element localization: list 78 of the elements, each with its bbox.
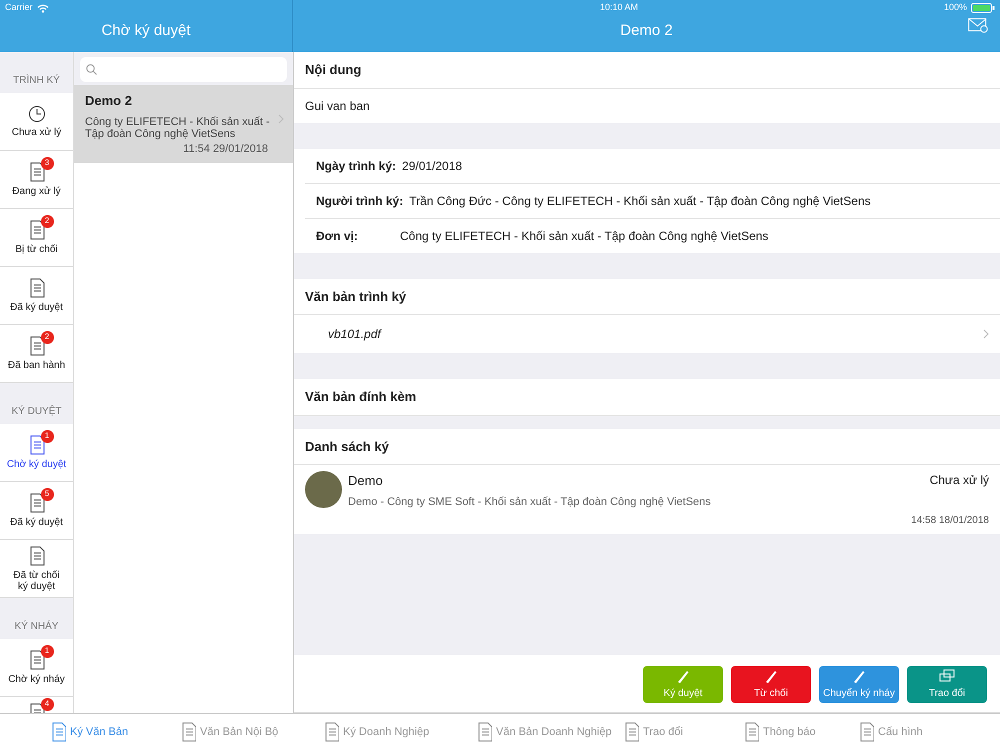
document-icon <box>28 278 46 298</box>
section-heading: Văn bản đính kèm <box>305 389 416 404</box>
action-button[interactable]: Từ chối <box>731 666 811 703</box>
section-header: TRÌNH KÝ <box>13 73 60 88</box>
document-icon <box>28 650 46 670</box>
signer-status: Chưa xử lý <box>930 472 989 489</box>
document-icon <box>858 722 874 742</box>
avatar-photo <box>305 471 342 508</box>
list-title: Chờ ký duyệt <box>101 20 191 41</box>
signer-name: Demo <box>348 472 383 490</box>
document-icon <box>323 722 339 742</box>
sidebar-item[interactable]: Đã ký duyệt <box>0 267 73 325</box>
sidebar-item[interactable]: 1 Chờ ký nháy <box>0 639 73 697</box>
signer-time: 14:58 18/01/2018 <box>910 514 989 528</box>
section-heading: Danh sách ký <box>305 438 389 454</box>
field-label: Đơn vị: <box>316 228 359 244</box>
tab-item[interactable]: Ký Văn Bản <box>50 722 180 742</box>
sidebar-item[interactable]: 3 Đang xử lý <box>0 151 73 209</box>
field-label: Người trình ký: <box>316 192 404 210</box>
action-button[interactable]: Ký duyệt <box>643 666 723 703</box>
field-value: 29/01/2018 <box>402 158 462 174</box>
action-button[interactable]: Chuyển ký nháy <box>819 666 899 703</box>
content-text: Gui van ban <box>305 98 370 112</box>
count-badge: 2 <box>40 331 54 344</box>
mail-button[interactable] <box>968 18 988 33</box>
document-icon <box>180 722 196 742</box>
chevron-icon <box>278 114 284 124</box>
detail-title: Demo 2 <box>620 20 673 41</box>
field-label: Ngày trình ký: <box>316 158 396 174</box>
section-heading: Nội dung <box>305 62 362 77</box>
document-icon <box>28 546 46 566</box>
sidebar-item[interactable]: 1 Chờ ký duyệt <box>0 424 73 482</box>
tab-item[interactable]: Cấu hình <box>858 722 978 742</box>
sidebar-item[interactable]: 5 Đã ký duyệt <box>0 482 73 540</box>
document-icon <box>28 493 46 513</box>
battery-percent: 100% <box>944 1 967 14</box>
mail-icon <box>968 18 988 33</box>
document-icon <box>28 162 46 182</box>
action-button[interactable]: Trao đổi <box>907 666 987 703</box>
search-icon <box>86 64 97 75</box>
signer-org: Demo - Công ty SME Soft - Khối sản xuất - Tập đoàn Công nghệ VietSens <box>348 494 712 510</box>
status-time: 10:10 AM <box>600 1 638 14</box>
section-heading: Văn bản trình ký <box>305 288 406 304</box>
count-badge: 1 <box>40 430 54 443</box>
file-row[interactable]: vb101.pdf <box>294 315 1000 353</box>
document-icon <box>50 722 66 742</box>
pen-icon <box>675 668 691 684</box>
sidebar-item[interactable]: Chưa xử lý <box>0 93 73 151</box>
count-badge: 1 <box>40 645 54 658</box>
field-value: Trần Công Đức - Công ty ELIFETECH - Khối sản xuất - Tập đoàn Công nghệ VietSens <box>409 192 871 210</box>
document-icon <box>623 722 639 742</box>
count-badge: 3 <box>40 157 54 170</box>
pen-icon <box>763 668 779 684</box>
field-value: Công ty ELIFETECH - Khối sản xuất - Tập đoàn Công nghệ VietSens <box>400 228 768 244</box>
section-header: KÝ DUYỆT <box>11 404 62 419</box>
count-badge: 5 <box>40 488 54 501</box>
search-field[interactable] <box>80 57 287 82</box>
clock-icon <box>28 105 46 123</box>
tab-item[interactable]: Văn Bản Nội Bộ <box>180 722 323 742</box>
chevron-icon <box>983 329 989 339</box>
tab-item[interactable]: Ký Doanh Nghiệp <box>323 722 476 742</box>
pen-icon <box>851 668 867 684</box>
sidebar-item[interactable]: 2 Bị từ chối <box>0 209 73 267</box>
wifi-icon <box>36 4 49 12</box>
document-icon <box>28 435 46 455</box>
document-icon <box>476 722 492 742</box>
document-icon <box>743 722 759 742</box>
count-badge: 4 <box>40 698 54 711</box>
document-row[interactable]: Demo 2 Công ty ELIFETECH - Khối sản xuất - Tập đoàn Công nghệ VietSens 11:54 29/01/2018 <box>74 85 293 164</box>
document-icon <box>28 220 46 240</box>
tab-item[interactable]: Văn Bản Doanh Nghiệp <box>476 722 623 742</box>
tab-item[interactable]: Thông báo <box>743 722 858 742</box>
tab-item[interactable]: Trao đổi <box>623 722 743 742</box>
count-badge: 2 <box>40 215 54 228</box>
carrier-label: Carrier <box>5 1 33 14</box>
document-icon <box>28 336 46 356</box>
battery-icon <box>971 3 995 13</box>
section-header: KÝ NHÁY <box>14 619 58 634</box>
